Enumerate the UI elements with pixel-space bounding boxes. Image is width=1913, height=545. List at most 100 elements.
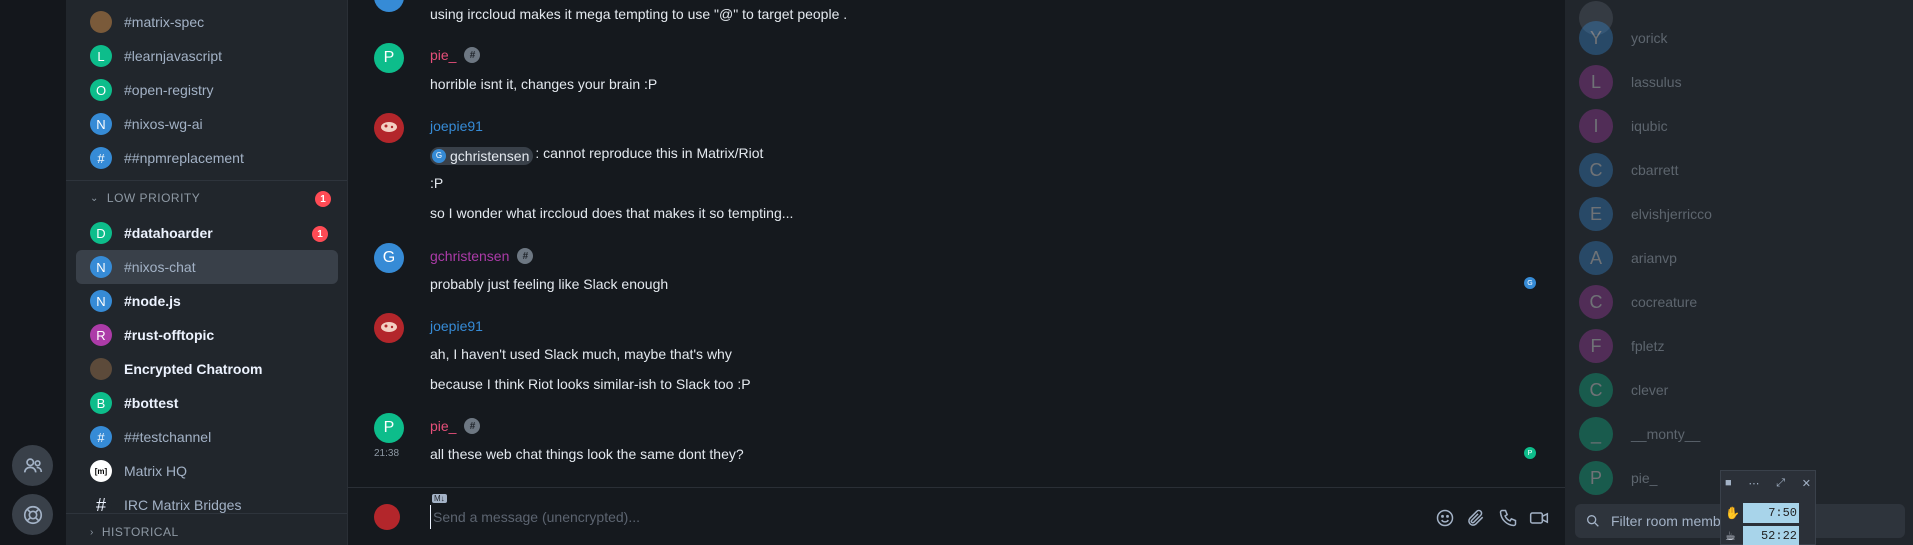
avatar[interactable] bbox=[374, 313, 404, 343]
room-item[interactable]: #matrix-spec bbox=[76, 5, 338, 39]
voice-call-icon[interactable] bbox=[1497, 507, 1519, 529]
member-item[interactable]: A arianvp bbox=[1579, 239, 1677, 277]
room-item[interactable]: B #bottest bbox=[76, 386, 338, 420]
member-avatar: F bbox=[1579, 329, 1613, 363]
message-body: ah, I haven't used Slack much, maybe tha… bbox=[430, 346, 732, 362]
member-avatar: I bbox=[1579, 109, 1613, 143]
member-avatar: Y bbox=[1579, 21, 1613, 55]
room-avatar: N bbox=[90, 113, 112, 135]
room-item[interactable]: # ##testchannel bbox=[76, 420, 338, 454]
member-item[interactable]: C cbarrett bbox=[1579, 151, 1678, 189]
room-item-active[interactable]: N #nixos-chat bbox=[76, 250, 338, 284]
member-item[interactable]: C cocreature bbox=[1579, 283, 1697, 321]
cow-icon[interactable]: ■ bbox=[1725, 477, 1732, 489]
expand-icon[interactable]: ⤢ bbox=[1776, 477, 1785, 490]
room-item[interactable]: # ##npmreplacement bbox=[76, 141, 338, 175]
room-name: Encrypted Chatroom bbox=[124, 361, 263, 377]
section-label: HISTORICAL bbox=[101, 525, 179, 539]
pill-avatar: G bbox=[432, 148, 446, 163]
member-item[interactable]: F fpletz bbox=[1579, 327, 1664, 365]
sender-label: joepie91 bbox=[430, 118, 483, 134]
room-name: IRC Matrix Bridges bbox=[124, 497, 242, 513]
room-name: #nixos-wg-ai bbox=[124, 116, 203, 132]
member-name: yorick bbox=[1631, 30, 1668, 46]
sender-name[interactable]: joepie91 bbox=[430, 118, 483, 134]
flair-icon: # bbox=[517, 248, 534, 264]
timestamp: 21:38 bbox=[374, 448, 400, 459]
room-avatar: O bbox=[90, 79, 112, 101]
user-pill[interactable]: Ggchristensen bbox=[430, 146, 534, 165]
sender-name[interactable]: joepie91 bbox=[430, 318, 483, 334]
message-body: horrible isnt it, changes your brain :P bbox=[430, 76, 658, 92]
room-item[interactable]: N #node.js bbox=[76, 284, 338, 318]
member-name: fpletz bbox=[1631, 338, 1665, 354]
section-historical[interactable]: › HISTORICAL bbox=[90, 522, 179, 542]
member-item[interactable]: P pie_ bbox=[1579, 459, 1657, 497]
room-item[interactable]: O #open-registry bbox=[76, 73, 338, 107]
message-body: using irccloud makes it mega tempting to… bbox=[430, 6, 848, 22]
sender-name[interactable]: pie_ # bbox=[430, 418, 481, 434]
message-body: so I wonder what irccloud does that make… bbox=[430, 205, 794, 221]
avatar bbox=[374, 504, 400, 530]
member-name: arianvp bbox=[1631, 250, 1677, 266]
member-item[interactable]: I iqubic bbox=[1579, 107, 1668, 145]
read-receipt[interactable]: G bbox=[1524, 277, 1536, 289]
member-name: elvishjerricco bbox=[1631, 206, 1712, 222]
room-list: #matrix-spec L #learnjavascript O #open-… bbox=[66, 0, 348, 545]
avatar[interactable] bbox=[374, 113, 404, 143]
member-name: pie_ bbox=[1631, 470, 1658, 486]
member-avatar: P bbox=[1579, 461, 1613, 495]
room-item[interactable]: D #datahoarder 1 bbox=[76, 216, 338, 250]
avatar[interactable]: P bbox=[374, 43, 404, 73]
flair-icon: # bbox=[464, 47, 481, 63]
widget-toolbar: ■ ⋯ ⤢ ✕ bbox=[1725, 475, 1811, 491]
member-item[interactable]: Y yorick bbox=[1579, 19, 1668, 57]
room-avatar: # bbox=[90, 426, 112, 448]
room-item[interactable]: # IRC Matrix Bridges bbox=[76, 488, 338, 522]
room-avatar bbox=[90, 11, 112, 33]
room-item[interactable]: L #learnjavascript bbox=[76, 39, 338, 73]
member-name: __monty__ bbox=[1631, 426, 1701, 442]
overlay-widget[interactable]: ■ ⋯ ⤢ ✕ ✋ 7:50 ☕ 52:22 bbox=[1720, 470, 1816, 545]
member-avatar: L bbox=[1579, 65, 1613, 99]
message-input[interactable] bbox=[430, 505, 1210, 529]
avatar[interactable]: G bbox=[374, 243, 404, 273]
chart-icon[interactable]: ⋯ bbox=[1748, 477, 1759, 490]
markdown-badge[interactable]: M↓ bbox=[432, 494, 447, 503]
widget-row: ☕ 52:22 bbox=[1725, 526, 1799, 545]
help-icon[interactable] bbox=[12, 494, 53, 535]
room-name: #node.js bbox=[124, 293, 181, 309]
member-avatar: C bbox=[1579, 153, 1613, 187]
member-item[interactable]: C clever bbox=[1579, 371, 1668, 409]
room-avatar: B bbox=[90, 392, 112, 414]
sender-name[interactable]: pie_ # bbox=[430, 47, 481, 63]
chevron-right-icon: › bbox=[90, 526, 94, 538]
people-icon[interactable] bbox=[12, 445, 53, 486]
close-icon[interactable]: ✕ bbox=[1802, 477, 1811, 490]
room-item[interactable]: Encrypted Chatroom bbox=[76, 352, 338, 386]
room-item[interactable]: [m] Matrix HQ bbox=[76, 454, 338, 488]
sender-label: joepie91 bbox=[430, 318, 483, 334]
section-low-priority[interactable]: ⌄ LOW PRIORITY bbox=[90, 188, 200, 208]
widget-row: ✋ 7:50 bbox=[1725, 503, 1799, 523]
room-item[interactable]: R #rust-offtopic bbox=[76, 318, 338, 352]
mushroom-icon bbox=[381, 122, 397, 132]
room-name: #matrix-spec bbox=[124, 14, 205, 30]
member-item[interactable]: _ __monty__ bbox=[1579, 415, 1700, 453]
member-item[interactable]: L lassulus bbox=[1579, 63, 1682, 101]
sender-label: gchristensen bbox=[430, 248, 510, 264]
left-rail bbox=[0, 0, 66, 545]
room-name: #datahoarder bbox=[124, 225, 213, 241]
member-name: cbarrett bbox=[1631, 162, 1679, 178]
sender-name[interactable]: gchristensen # bbox=[430, 248, 534, 264]
composer: M↓ bbox=[348, 487, 1565, 545]
message-body: because I think Riot looks similar-ish t… bbox=[430, 376, 751, 392]
video-call-icon[interactable] bbox=[1528, 507, 1550, 529]
attachment-icon[interactable] bbox=[1465, 507, 1487, 529]
member-item[interactable]: E elvishjerricco bbox=[1579, 195, 1712, 233]
read-receipt[interactable]: P bbox=[1524, 447, 1536, 459]
avatar[interactable]: P bbox=[374, 413, 404, 443]
room-item[interactable]: N #nixos-wg-ai bbox=[76, 107, 338, 141]
room-name: Matrix HQ bbox=[124, 463, 187, 479]
emoji-icon[interactable] bbox=[1434, 507, 1456, 529]
